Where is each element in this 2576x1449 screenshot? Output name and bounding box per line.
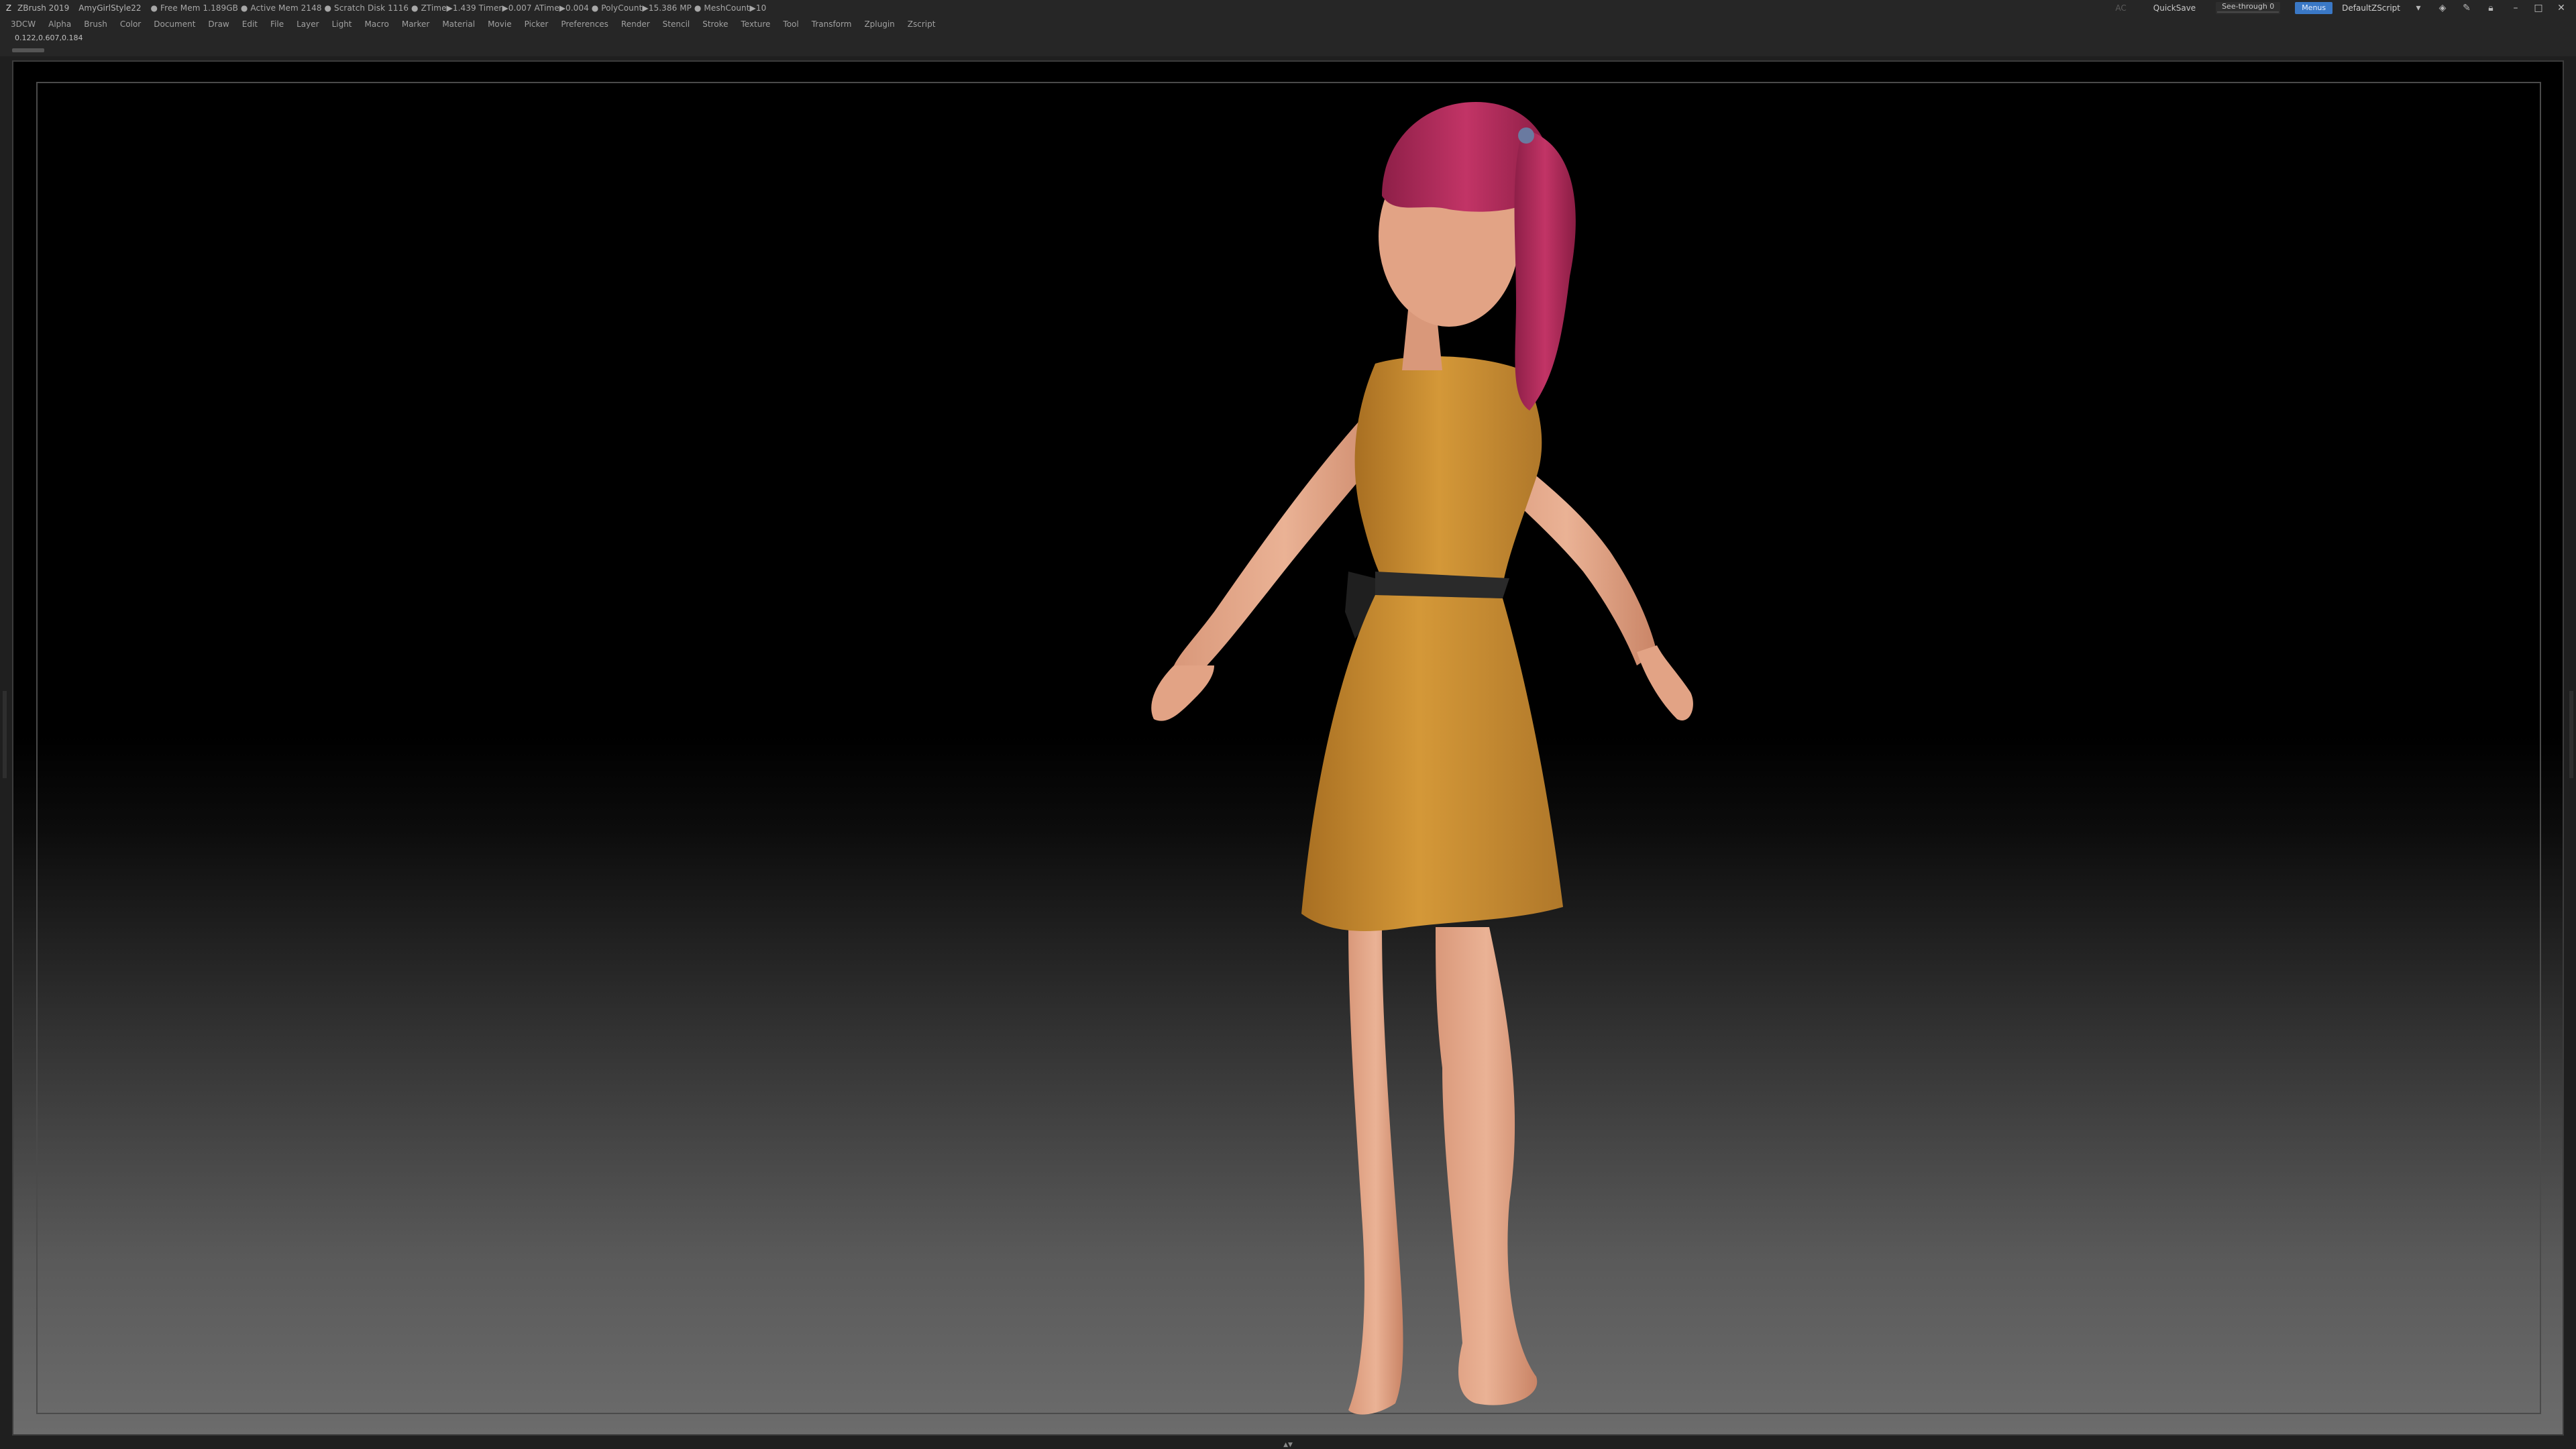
ponytail	[1514, 129, 1576, 411]
right-hand	[1637, 645, 1693, 720]
menu-item-stencil[interactable]: Stencil	[663, 19, 690, 29]
close-icon[interactable]: ✕	[2553, 2, 2569, 14]
menu-item-document[interactable]: Document	[154, 19, 195, 29]
see-through-slider[interactable]: See-through 0	[2216, 2, 2281, 14]
lock-icon[interactable]: 🔒︎	[2483, 2, 2498, 14]
left-hand	[1151, 665, 1214, 721]
menu-item-macro[interactable]: Macro	[365, 19, 389, 29]
left-leg	[1348, 927, 1403, 1415]
menu-item-tool[interactable]: Tool	[783, 19, 798, 29]
document-name: AmyGirlStyle22	[78, 3, 142, 13]
menu-item-3dcw[interactable]: 3DCW	[11, 19, 36, 29]
menu-item-layer[interactable]: Layer	[297, 19, 319, 29]
menu-item-light[interactable]: Light	[332, 19, 352, 29]
zbrush-logo-icon[interactable]: Z	[4, 3, 13, 13]
menu-item-marker[interactable]: Marker	[402, 19, 429, 29]
menu-item-file[interactable]: File	[270, 19, 284, 29]
menu-item-edit[interactable]: Edit	[242, 19, 258, 29]
menu-item-alpha[interactable]: Alpha	[48, 19, 71, 29]
memory-info: ● Free Mem 1.189GB ● Active Mem 2148 ● S…	[150, 3, 767, 13]
menu-item-brush[interactable]: Brush	[84, 19, 107, 29]
titlebar-right-controls: AC QuickSave See-through 0 Menus Default…	[2115, 0, 2576, 16]
layout-icon[interactable]: ▾	[2411, 2, 2426, 14]
app-name: ZBrush 2019	[17, 3, 70, 13]
menu-item-movie[interactable]: Movie	[488, 19, 512, 29]
maximize-icon[interactable]: □	[2530, 2, 2546, 14]
coordinate-readout: 0.122,0.607,0.184	[15, 34, 83, 42]
palette-icon[interactable]: ◈	[2435, 2, 2450, 14]
menu-item-stroke[interactable]: Stroke	[702, 19, 728, 29]
quicksave-button[interactable]: QuickSave	[2153, 3, 2196, 13]
dress-bodice	[1354, 356, 1542, 585]
menu-item-preferences[interactable]: Preferences	[561, 19, 608, 29]
bottom-tray-handle[interactable]: ▲▼	[1246, 1442, 1330, 1448]
right-tray-handle[interactable]	[2569, 691, 2573, 778]
ac-indicator[interactable]: AC	[2115, 3, 2126, 13]
info-strip: 0.122,0.607,0.184	[0, 32, 2576, 56]
menu-item-material[interactable]: Material	[442, 19, 475, 29]
menu-item-draw[interactable]: Draw	[208, 19, 229, 29]
hair-tie	[1518, 127, 1534, 144]
menu-item-color[interactable]: Color	[120, 19, 141, 29]
3d-model-viewport[interactable]	[13, 62, 2565, 1437]
brush-settings-icon[interactable]: ✎	[2459, 2, 2474, 14]
minimize-icon[interactable]: –	[2508, 2, 2524, 14]
menus-button[interactable]: Menus	[2295, 2, 2333, 14]
title-bar: Z ZBrush 2019 AmyGirlStyle22 ● Free Mem …	[0, 0, 2576, 16]
document-canvas[interactable]	[12, 60, 2564, 1436]
menu-bar: 3DCW Alpha Brush Color Document Draw Edit File L…	[0, 16, 2576, 32]
default-zscript-button[interactable]: DefaultZScript	[2342, 3, 2400, 13]
right-leg	[1436, 927, 1538, 1405]
see-through-track	[2217, 11, 2279, 13]
menu-item-transform[interactable]: Transform	[812, 19, 852, 29]
menu-item-texture[interactable]: Texture	[741, 19, 770, 29]
menu-item-picker[interactable]: Picker	[525, 19, 549, 29]
progress-bar	[12, 48, 44, 52]
menu-item-zplugin[interactable]: Zplugin	[864, 19, 894, 29]
menu-item-zscript[interactable]: Zscript	[908, 19, 936, 29]
left-tray-handle[interactable]	[3, 691, 7, 778]
menu-item-render[interactable]: Render	[621, 19, 650, 29]
character-model[interactable]	[1151, 102, 1693, 1415]
dress-skirt	[1301, 595, 1563, 931]
see-through-label: See-through 0	[2222, 2, 2275, 11]
